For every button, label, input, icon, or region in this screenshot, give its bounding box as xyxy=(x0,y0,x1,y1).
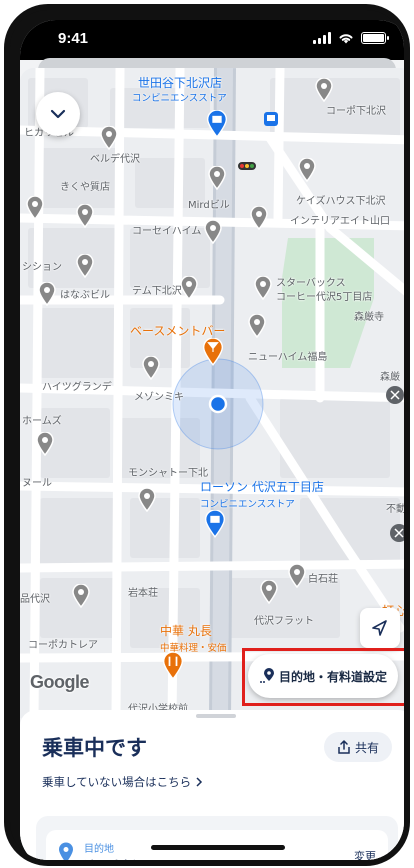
map-pin-icon[interactable] xyxy=(142,356,160,380)
destination-pin-icon xyxy=(59,842,73,860)
map-label: テム下北沢 xyxy=(132,286,182,297)
map-label: 森厳 xyxy=(380,372,400,383)
map-label: 森厳寺 xyxy=(354,312,384,323)
map-label: 白石荘 xyxy=(308,574,338,585)
map-label: 世田谷下北沢店 xyxy=(138,76,223,90)
map-label: モンシャトー下北 xyxy=(128,468,208,479)
traffic-light-icon xyxy=(238,162,256,170)
temple-icon xyxy=(390,524,404,542)
convenience-store-pin-icon[interactable] xyxy=(204,510,226,538)
phone-frame: 9:41 世田谷下北沢店 コンビニエンスストア コーポ下北沢 ベルデ代沢 きくや… xyxy=(4,4,410,866)
map-label: ローソン 代沢五丁目店 xyxy=(200,480,324,494)
ride-panel: 乗車中です 共有 乗車していない場合はこちら 目的地 淡区赤坂2丁目9 変更 xyxy=(20,710,404,860)
collapse-button[interactable] xyxy=(36,92,80,136)
status-bar: 9:41 xyxy=(20,20,404,60)
map-label: ベースメントバー xyxy=(130,324,226,338)
map-pin-icon[interactable] xyxy=(100,126,118,150)
temple-icon xyxy=(386,386,404,404)
map-pin-icon[interactable] xyxy=(138,488,156,512)
map-pin-icon[interactable] xyxy=(36,432,54,456)
share-button[interactable]: 共有 xyxy=(324,732,392,762)
map-label: ヌール xyxy=(22,478,52,489)
map-pin-icon[interactable] xyxy=(76,254,94,278)
not-riding-label: 乗車していない場合はこちら xyxy=(42,775,192,789)
map-label: コンビニエンスストア xyxy=(200,499,295,510)
destination-label: 目的地 xyxy=(84,844,114,855)
map-pin-icon[interactable] xyxy=(26,196,44,220)
map-pin-icon[interactable] xyxy=(254,276,272,300)
map-label: 中華 丸長 xyxy=(160,624,212,638)
bus-stop-icon[interactable] xyxy=(264,112,278,126)
destination-value: 淡区赤坂2丁目9 xyxy=(84,856,180,860)
restaurant-pin-icon[interactable] xyxy=(162,652,184,680)
device: 9:41 世田谷下北沢店 コンビニエンスストア コーポ下北沢 ベルデ代沢 きくや… xyxy=(0,0,414,868)
map-label: コンビニエンスストア xyxy=(132,93,227,104)
map-label: ハイツグランデ xyxy=(42,382,112,393)
map-label: コーセイハイム xyxy=(132,226,202,237)
change-destination-link[interactable]: 変更 xyxy=(354,848,376,860)
chevron-right-icon xyxy=(196,777,203,787)
map-pin-icon[interactable] xyxy=(315,78,333,102)
highlight-box xyxy=(242,648,404,706)
map-label: ニューハイム福島 xyxy=(248,352,328,363)
map-label: きくや質店 xyxy=(60,182,110,193)
map-pin-icon[interactable] xyxy=(288,564,306,588)
status-icons xyxy=(313,32,389,44)
map-pin-icon[interactable] xyxy=(72,584,90,608)
status-time: 9:41 xyxy=(58,30,89,47)
map-pin-icon[interactable] xyxy=(180,276,198,300)
map-pin-icon[interactable] xyxy=(250,206,268,230)
map-pin-icon[interactable] xyxy=(248,314,266,338)
cellular-signal-icon xyxy=(313,32,331,44)
map-label: 代沢フラット xyxy=(254,616,314,627)
map-label: ホームズ xyxy=(22,416,62,427)
bar-pin-icon[interactable] xyxy=(202,338,224,366)
recenter-button[interactable] xyxy=(360,608,400,648)
sheet-grabber[interactable] xyxy=(196,714,236,718)
not-riding-link[interactable]: 乗車していない場合はこちら xyxy=(42,774,203,790)
share-label: 共有 xyxy=(354,740,379,755)
map-pin-icon[interactable] xyxy=(208,166,226,190)
chevron-down-icon xyxy=(50,109,66,119)
map-pin-icon[interactable] xyxy=(204,220,222,244)
navigation-arrow-icon xyxy=(372,620,387,636)
map-label: インテリアエイト山口 xyxy=(290,216,390,227)
map-label: 岩本荘 xyxy=(128,588,158,599)
convenience-store-pin-icon[interactable] xyxy=(206,110,228,138)
screen: 9:41 世田谷下北沢店 コンビニエンスストア コーポ下北沢 ベルデ代沢 きくや… xyxy=(20,20,406,860)
map-label: はなぶビル xyxy=(60,290,110,301)
ride-status-title: 乗車中です xyxy=(42,736,147,760)
map-label: 中華料理・安価 xyxy=(160,643,227,654)
map-pin-icon[interactable] xyxy=(298,158,316,182)
map-view[interactable]: 世田谷下北沢店 コンビニエンスストア コーポ下北沢 ヒカリビル ベルデ代沢 きく… xyxy=(20,68,406,718)
google-logo: Google xyxy=(30,672,90,692)
map-label: ケイズハウス下北沢 xyxy=(296,196,386,207)
map-label: Mirdビル xyxy=(188,200,230,211)
map-pin-icon[interactable] xyxy=(38,282,56,306)
map-label: 不動 xyxy=(386,504,406,515)
map-pin-icon[interactable] xyxy=(76,204,94,228)
map-label: コーポ下北沢 xyxy=(326,106,386,117)
map-label: メゾンミキ xyxy=(134,392,184,403)
map-label: 品代沢 xyxy=(20,594,50,605)
map-label: ベルデ代沢 xyxy=(90,154,140,165)
battery-icon xyxy=(361,32,389,44)
wifi-icon xyxy=(339,34,353,44)
destination-card: 目的地 淡区赤坂2丁目9 変更 xyxy=(36,816,398,860)
map-pin-icon[interactable] xyxy=(260,580,278,604)
share-icon xyxy=(338,740,350,754)
map-label: スターバックス xyxy=(276,278,346,289)
map-label: コーヒー代沢5丁目店 xyxy=(276,292,373,303)
map-label: シション xyxy=(22,262,62,273)
map-label: コーポカトレア xyxy=(28,640,98,651)
home-indicator xyxy=(151,845,285,850)
